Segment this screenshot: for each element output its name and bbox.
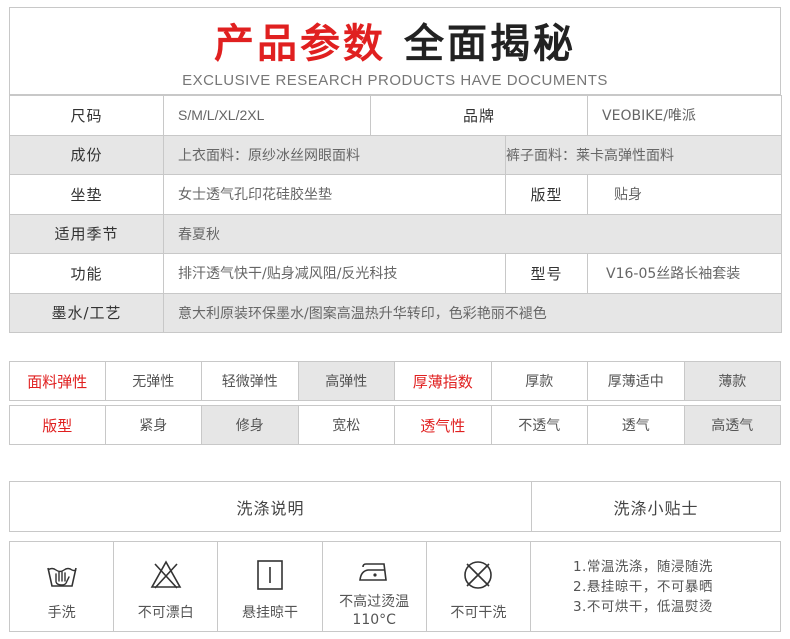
ink-label: 墨水/工艺 xyxy=(9,292,164,333)
wash-caption: 悬挂晾干 xyxy=(241,605,298,621)
header-banner: 产品参数 全面揭秘 EXCLUSIVE RESEARCH PRODUCTS HAV… xyxy=(9,7,781,95)
no-dry-clean-icon xyxy=(464,561,493,589)
hang-dry-icon xyxy=(257,560,283,590)
elastic-label: 面料弹性 xyxy=(9,361,106,401)
model-value: V16-05丝路长袖套装 xyxy=(587,253,783,294)
params-row-size: 尺码 S/M/L/XL/2XL 品牌 VEOBIKE/唯派 xyxy=(9,95,783,136)
params-row-season: 适用季节 春夏秋 xyxy=(9,213,783,254)
material-pants: 裤子面料：莱卡高弹性面料 xyxy=(504,134,783,175)
params-row-ink: 墨水/工艺 意大利原装环保墨水/图案高温热升华转印，色彩艳丽不褪色 xyxy=(9,292,783,333)
params-row-pad: 坐垫 女士透气孔印花硅胶坐垫 版型 贴身 xyxy=(9,174,783,215)
fit-value: 贴身 xyxy=(587,174,783,215)
tip-item: 1.常温洗涤，随浸随洗 xyxy=(572,558,713,575)
attributes-grid: 面料弹性 无弹性 轻微弹性 高弹性 厚薄指数 厚款 厚薄适中 薄款 版型 紧身 … xyxy=(9,357,781,449)
wash-caption-temperature: 110°C xyxy=(352,612,396,628)
attributes-row-2: 版型 紧身 修身 宽松 透气性 不透气 透气 高透气 xyxy=(9,405,781,445)
fit-type-label: 版型 xyxy=(9,405,106,445)
thickness-option: 厚款 xyxy=(491,361,588,401)
material-label: 成份 xyxy=(9,134,164,175)
fit-option: 紧身 xyxy=(105,405,202,445)
page-title: 产品参数 全面揭秘 xyxy=(10,20,780,68)
season-label: 适用季节 xyxy=(9,213,164,254)
params-row-function: 功能 排汗透气快干/贴身减风阻/反光科技 型号 V16-05丝路长袖套装 xyxy=(9,253,783,294)
size-value: S/M/L/XL/2XL xyxy=(163,95,371,136)
wash-item-iron: 不高过烫温 110°C xyxy=(323,542,427,631)
size-label: 尺码 xyxy=(9,95,164,136)
pad-value: 女士透气孔印花硅胶坐垫 xyxy=(163,174,506,215)
season-value: 春夏秋 xyxy=(162,213,783,254)
wash-caption: 手洗 xyxy=(47,605,76,621)
no-bleach-icon xyxy=(150,560,182,589)
breathability-option: 高透气 xyxy=(684,405,781,445)
wash-item-hand-wash: 手洗 xyxy=(10,542,115,631)
tip-item: 3.不可烘干，低温熨烫 xyxy=(572,598,713,615)
model-label: 型号 xyxy=(505,253,589,294)
wash-caption: 不可干洗 xyxy=(450,605,507,621)
hand-wash-icon xyxy=(46,567,77,587)
wash-item-no-dry-clean: 不可干洗 xyxy=(427,542,531,631)
breathability-label: 透气性 xyxy=(395,405,492,445)
ink-value: 意大利原装环保墨水/图案高温热升华转印，色彩艳丽不褪色 xyxy=(162,292,783,333)
fit-label: 版型 xyxy=(505,174,589,215)
washing-tips-title: 洗涤小贴士 xyxy=(531,482,780,531)
elastic-option: 无弹性 xyxy=(105,361,202,401)
pad-label: 坐垫 xyxy=(9,174,164,215)
thickness-option: 薄款 xyxy=(684,361,781,401)
brand-label: 品牌 xyxy=(369,95,589,136)
attributes-row-1: 面料弹性 无弹性 轻微弹性 高弹性 厚薄指数 厚款 厚薄适中 薄款 xyxy=(9,361,781,401)
title-red: 产品参数 xyxy=(214,21,386,67)
iron-low-icon xyxy=(359,563,388,581)
wash-caption: 不高过烫温 xyxy=(339,594,410,610)
params-table: 尺码 S/M/L/XL/2XL 品牌 VEOBIKE/唯派 成份 上衣面料：原纱… xyxy=(9,95,783,333)
fit-option: 宽松 xyxy=(298,405,395,445)
function-value: 排汗透气快干/贴身减风阻/反光科技 xyxy=(163,253,506,294)
elastic-option: 轻微弹性 xyxy=(202,361,299,401)
material-top: 上衣面料：原纱冰丝网眼面料 xyxy=(163,134,506,175)
washing-instructions-title: 洗涤说明 xyxy=(236,498,305,518)
breathability-option: 透气 xyxy=(588,405,685,445)
wash-item-hang-dry: 悬挂晾干 xyxy=(218,542,323,631)
washing-tips-list: 1.常温洗涤，随浸随洗 2.悬挂晾干，不可暴晒 3.不可烘干，低温熨烫 xyxy=(531,542,780,631)
washing-icons-row: 手洗 不可漂白 悬挂晾干 不高过烫温 110°C 不可干洗 1.常温洗涤，随浸随… xyxy=(9,541,781,632)
wash-item-no-bleach: 不可漂白 xyxy=(114,542,219,631)
brand-value: VEOBIKE/唯派 xyxy=(587,95,783,136)
washing-header: 洗涤说明 洗涤小贴士 xyxy=(9,481,781,532)
fit-option: 修身 xyxy=(202,405,299,445)
thickness-option: 厚薄适中 xyxy=(588,361,685,401)
breathability-option: 不透气 xyxy=(491,405,588,445)
thickness-label: 厚薄指数 xyxy=(395,361,492,401)
params-row-material: 成份 上衣面料：原纱冰丝网眼面料 裤子面料：莱卡高弹性面料 xyxy=(9,134,783,175)
title-black: 全面揭秘 xyxy=(404,21,576,67)
elastic-option: 高弹性 xyxy=(298,361,395,401)
tip-item: 2.悬挂晾干，不可暴晒 xyxy=(572,578,713,595)
function-label: 功能 xyxy=(9,253,164,294)
page-subtitle: EXCLUSIVE RESEARCH PRODUCTS HAVE DOCUMEN… xyxy=(182,72,608,89)
wash-caption: 不可漂白 xyxy=(137,605,194,621)
